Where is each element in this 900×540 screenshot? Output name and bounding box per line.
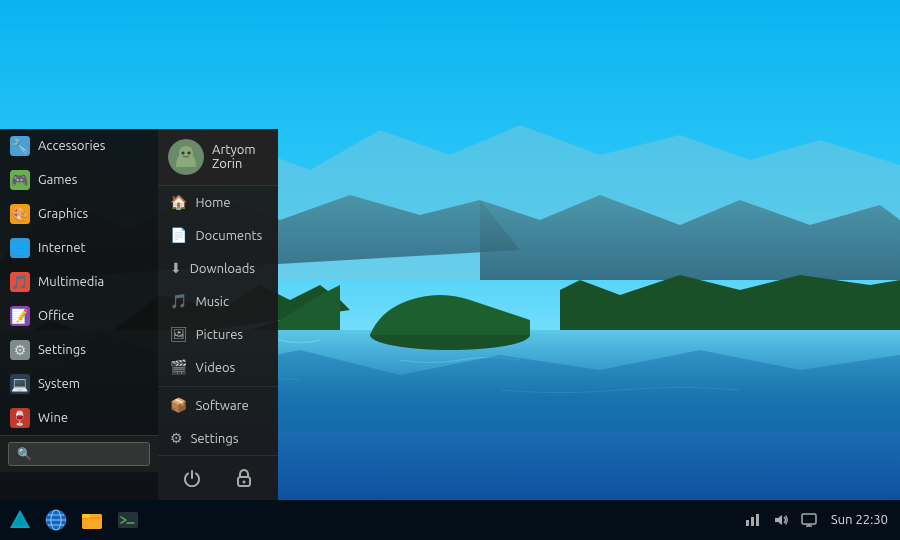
- right-menu-software[interactable]: 📦 Software: [158, 389, 278, 422]
- multimedia-label: Multimedia: [38, 275, 104, 289]
- settings-icon: ⚙: [10, 340, 30, 360]
- files-button[interactable]: [76, 504, 108, 536]
- wine-label: Wine: [38, 411, 68, 425]
- menu-item-games[interactable]: 🎮 Games: [0, 163, 158, 197]
- right-menu-pictures[interactable]: 🖼 Pictures: [158, 318, 278, 351]
- right-settings-label: Settings: [191, 432, 239, 446]
- internet-label: Internet: [38, 241, 86, 255]
- menu-item-graphics[interactable]: 🎨 Graphics: [0, 197, 158, 231]
- games-label: Games: [38, 173, 77, 187]
- zorin-menu-button[interactable]: [4, 504, 36, 536]
- downloads-icon: ⬇: [170, 260, 182, 277]
- right-settings-icon: ⚙: [170, 430, 183, 447]
- search-input[interactable]: [8, 442, 150, 466]
- right-menu-home[interactable]: 🏠 Home: [158, 186, 278, 219]
- right-menu-downloads[interactable]: ⬇ Downloads: [158, 252, 278, 285]
- right-menu-documents[interactable]: 📄 Documents: [158, 219, 278, 252]
- menu-search-bar: [0, 435, 158, 472]
- downloads-label: Downloads: [190, 262, 255, 276]
- home-label: Home: [195, 196, 230, 210]
- lock-button[interactable]: [230, 464, 258, 492]
- menu-item-accessories[interactable]: 🔧 Accessories: [0, 129, 158, 163]
- system-icon: 💻: [10, 374, 30, 394]
- settings-label: Settings: [38, 343, 86, 357]
- power-button[interactable]: [178, 464, 206, 492]
- right-menu-videos[interactable]: 🎬 Videos: [158, 351, 278, 384]
- menu-item-internet[interactable]: 🌐 Internet: [0, 231, 158, 265]
- menu-item-multimedia[interactable]: 🎵 Multimedia: [0, 265, 158, 299]
- user-section[interactable]: Artyom Zorin: [158, 129, 278, 186]
- taskbar: Sun 22:30: [0, 500, 900, 540]
- music-label: Music: [195, 295, 229, 309]
- pictures-label: Pictures: [196, 328, 243, 342]
- graphics-icon: 🎨: [10, 204, 30, 224]
- menu-left-panel: 🔧 Accessories 🎮 Games 🎨 Graphics 🌐 Inter…: [0, 129, 158, 500]
- office-icon: 📝: [10, 306, 30, 326]
- start-menu: 🔧 Accessories 🎮 Games 🎨 Graphics 🌐 Inter…: [0, 129, 278, 500]
- games-icon: 🎮: [10, 170, 30, 190]
- menu-item-wine[interactable]: 🍷 Wine: [0, 401, 158, 435]
- browser-button[interactable]: [40, 504, 72, 536]
- internet-icon: 🌐: [10, 238, 30, 258]
- datetime-display: Sun 22:30: [827, 513, 892, 527]
- taskbar-left: [0, 504, 144, 536]
- right-menu-music[interactable]: 🎵 Music: [158, 285, 278, 318]
- menu-bottom-actions: [158, 455, 278, 500]
- documents-icon: 📄: [170, 227, 187, 244]
- home-icon: 🏠: [170, 194, 187, 211]
- network-tray-icon[interactable]: [743, 510, 763, 530]
- avatar: [168, 139, 204, 175]
- menu-right-panel: Artyom Zorin 🏠 Home 📄 Documents ⬇ Downlo…: [158, 129, 278, 500]
- videos-icon: 🎬: [170, 359, 187, 376]
- menu-item-system[interactable]: 💻 System: [0, 367, 158, 401]
- separator: [158, 386, 278, 387]
- right-menu-settings[interactable]: ⚙ Settings: [158, 422, 278, 455]
- wine-icon: 🍷: [10, 408, 30, 428]
- taskbar-right: Sun 22:30: [743, 510, 900, 530]
- pictures-icon: 🖼: [170, 326, 188, 343]
- music-icon: 🎵: [170, 293, 187, 310]
- user-name: Artyom Zorin: [212, 143, 268, 171]
- volume-tray-icon[interactable]: [771, 510, 791, 530]
- accessories-icon: 🔧: [10, 136, 30, 156]
- menu-item-office[interactable]: 📝 Office: [0, 299, 158, 333]
- software-label: Software: [195, 399, 248, 413]
- multimedia-icon: 🎵: [10, 272, 30, 292]
- documents-label: Documents: [195, 229, 262, 243]
- system-label: System: [38, 377, 80, 391]
- display-tray-icon[interactable]: [799, 510, 819, 530]
- office-label: Office: [38, 309, 74, 323]
- videos-label: Videos: [195, 361, 235, 375]
- menu-item-settings[interactable]: ⚙ Settings: [0, 333, 158, 367]
- terminal-button[interactable]: [112, 504, 144, 536]
- graphics-label: Graphics: [38, 207, 88, 221]
- accessories-label: Accessories: [38, 139, 105, 153]
- software-icon: 📦: [170, 397, 187, 414]
